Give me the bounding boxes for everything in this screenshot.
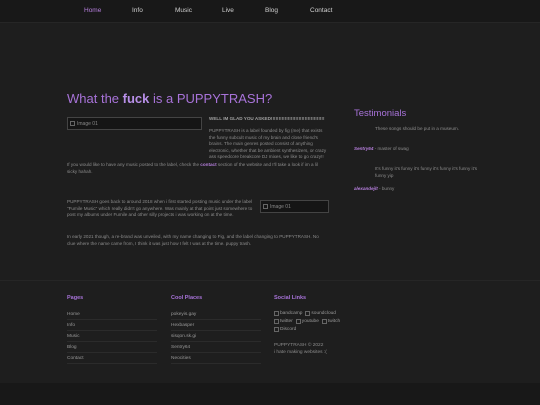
nav-home[interactable]: Home <box>84 7 101 14</box>
title-text-pre: What the <box>67 91 123 106</box>
title-text-bold: fuck <box>122 91 150 106</box>
author-role: - bunny <box>377 186 395 191</box>
page-title: What the fuck is a PUPPYTRASH? <box>67 91 272 106</box>
top-nav: Home Info Music Live Blog Contact <box>0 0 540 22</box>
footer-link-music[interactable]: Music <box>67 334 157 342</box>
footer-social-title: Social Links <box>274 295 307 301</box>
footer-link-contact[interactable]: Contact <box>67 356 157 364</box>
title-text-post: is a PUPPYTRASH? <box>149 91 273 106</box>
bandcamp-link[interactable]: bandcamp <box>274 311 302 316</box>
intro-paragraph-1: PUPPYTRASH is a label founded by fig (me… <box>209 128 327 160</box>
social-label: twitch <box>327 319 341 324</box>
intro-heading: WELL IM GLAD YOU ASKED!!!!!!!!!!!!!!!!!!… <box>209 116 327 123</box>
twitter-icon <box>274 319 279 324</box>
copyright-text: PUPPYTRASH © 2022 <box>274 343 324 348</box>
broken-image-1: Image 01 <box>67 117 202 130</box>
youtube-icon <box>295 319 301 324</box>
history-paragraph-2: In early 2021 though, a re-brand was unv… <box>67 234 319 246</box>
soundcloud-link[interactable]: soundcloud <box>305 311 336 316</box>
bottom-band <box>0 383 540 405</box>
author-name: Sentry64 <box>354 146 374 151</box>
footer-divider <box>0 280 540 281</box>
author-role: - master of swag <box>373 146 409 151</box>
testimonial-author-2: alexandejlt - bunny <box>354 186 394 191</box>
footer-cool-link[interactable]: Hexbasper <box>171 323 261 331</box>
discord-icon <box>274 327 279 332</box>
twitch-icon <box>321 319 327 324</box>
footer-link-blog[interactable]: Blog <box>67 345 157 353</box>
nav-live[interactable]: Live <box>222 7 234 14</box>
intro-paragraph-2: If you would like to have any music post… <box>67 162 327 175</box>
broken-image-icon <box>263 204 268 209</box>
footer-cool-link[interactable]: Sentry64 <box>171 345 261 353</box>
testimonial-author-1: Sentry64 - master of swag <box>354 146 409 151</box>
footer-pages-title: Pages <box>67 295 84 301</box>
testimonial-quote-1: These songs should be put in a museum. <box>375 126 460 131</box>
footer-tagline: i hate making websites :( <box>274 350 327 355</box>
footer-link-home[interactable]: Home <box>67 312 157 320</box>
footer-cool-title: Cool Places <box>171 295 203 301</box>
discord-link[interactable]: Discord <box>274 327 296 332</box>
nav-contact[interactable]: Contact <box>310 7 332 14</box>
youtube-link[interactable]: youtube <box>295 319 319 324</box>
social-label: Discord <box>280 327 297 332</box>
twitch-link[interactable]: twitch <box>321 319 341 324</box>
intro-para2-pre: If you would like to have any music post… <box>67 162 201 167</box>
footer-link-info[interactable]: Info <box>67 323 157 331</box>
image-alt-text: Image 01 <box>270 203 291 210</box>
broken-image-2: Image 01 <box>260 200 329 213</box>
social-label: soundcloud <box>311 311 336 316</box>
footer-cool-link[interactable]: sisqon.sk.gi <box>171 334 261 342</box>
broken-image-icon <box>70 121 75 126</box>
social-label: youtube <box>301 319 319 324</box>
testimonials-title: Testimonials <box>354 108 407 119</box>
nav-blog[interactable]: Blog <box>265 7 278 14</box>
footer-cool-link[interactable]: pokeyis.gay <box>171 312 261 320</box>
social-row-3: Discord <box>274 327 296 332</box>
image-alt-text: Image 01 <box>77 120 98 127</box>
social-row-2: twitter youtube twitch <box>274 319 340 324</box>
social-row-1: bandcamp soundcloud <box>274 311 336 316</box>
twitter-link[interactable]: twitter <box>274 319 293 324</box>
contact-link[interactable]: contact <box>200 162 216 167</box>
footer-cool-link[interactable]: Neocities <box>171 356 261 364</box>
nav-divider <box>0 22 540 23</box>
history-paragraph-1: PUPPYTRASH goes back to around 2018 when… <box>67 199 253 218</box>
nav-info[interactable]: Info <box>132 7 143 14</box>
soundcloud-icon <box>305 311 311 316</box>
intro-heading-text: WELL IM GLAD YOU ASKED!!!!!!!!!!!!!!!!!!… <box>209 116 325 121</box>
bandcamp-icon <box>274 311 279 316</box>
social-label: twitter <box>280 319 293 324</box>
social-label: bandcamp <box>280 311 303 316</box>
testimonial-quote-2: It's funny it's funny it's funny it's fu… <box>375 166 478 178</box>
author-name: alexandejlt <box>354 186 378 191</box>
nav-music[interactable]: Music <box>175 7 192 14</box>
